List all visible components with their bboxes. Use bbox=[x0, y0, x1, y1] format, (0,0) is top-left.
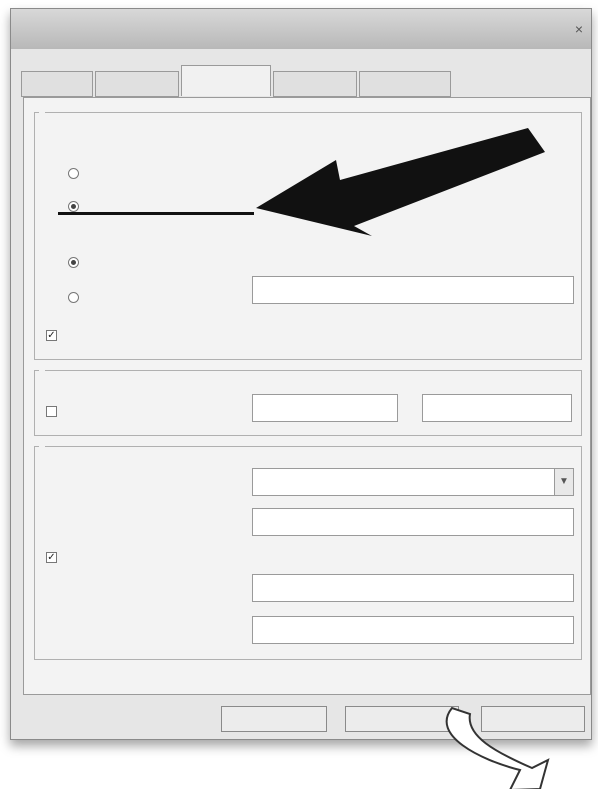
outline-arrow-icon bbox=[445, 706, 550, 789]
underline-mark bbox=[58, 212, 254, 215]
annotation-overlay bbox=[58, 128, 550, 789]
black-arrow-icon bbox=[256, 128, 545, 236]
